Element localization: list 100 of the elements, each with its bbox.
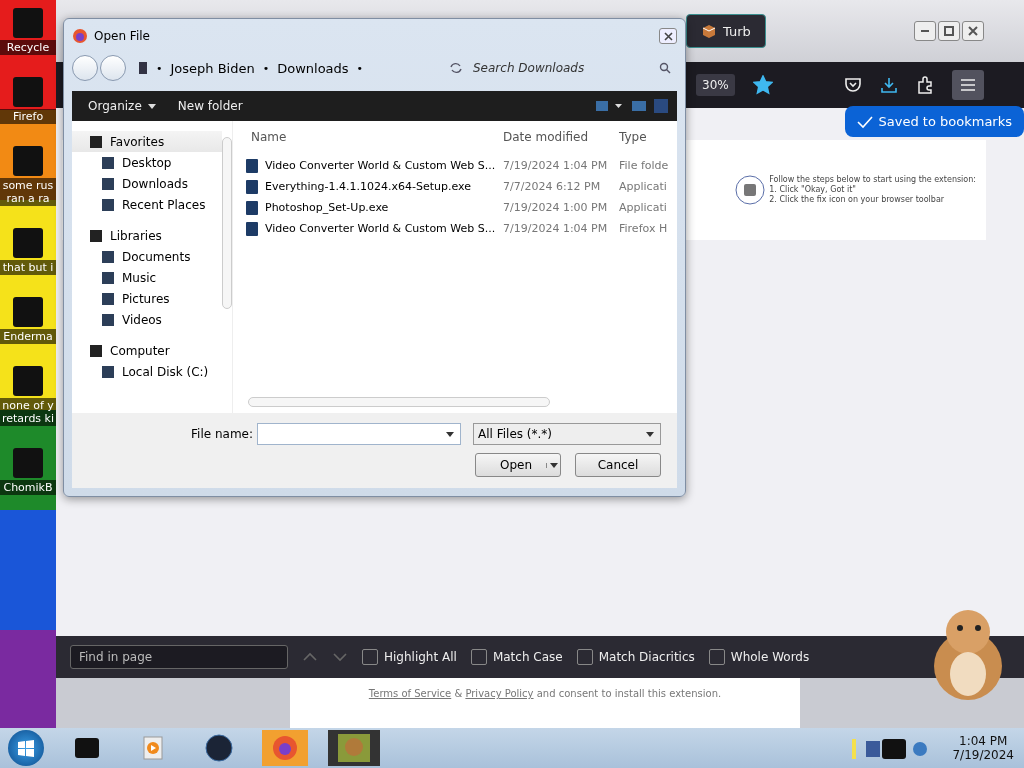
close-button[interactable] bbox=[659, 28, 677, 44]
address-bar[interactable]: • Joseph Biden • Downloads • bbox=[138, 56, 469, 80]
cancel-button[interactable]: Cancel bbox=[575, 453, 661, 477]
find-field[interactable]: Find in page bbox=[70, 645, 288, 669]
app-icon[interactable] bbox=[11, 144, 45, 178]
toolbar-button[interactable]: Organize bbox=[80, 95, 164, 117]
folder-icon bbox=[100, 364, 116, 379]
checkbox-label[interactable]: Highlight All bbox=[384, 650, 457, 664]
desktop-icon-label[interactable]: Enderma bbox=[0, 329, 56, 344]
download-icon[interactable] bbox=[880, 76, 898, 94]
close-icon bbox=[663, 31, 673, 41]
file-row[interactable]: Video Converter World & Custom Web S... 7/19/2024 1:04 PM Firefox H bbox=[233, 218, 677, 239]
back-button[interactable] bbox=[72, 55, 98, 81]
file-row[interactable]: Photoshop_Set-Up.exe 7/19/2024 1:00 PM Applicati bbox=[233, 197, 677, 218]
file-row[interactable]: Everything-1.4.1.1024.x64-Setup.exe 7/7/2024 6:12 PM Applicati bbox=[233, 176, 677, 197]
view-options-icon[interactable] bbox=[595, 99, 625, 113]
box-icon bbox=[701, 23, 717, 39]
toolbar-button[interactable]: New folder bbox=[169, 95, 251, 117]
nav-item[interactable]: Downloads bbox=[122, 176, 188, 191]
nav-item[interactable]: Videos bbox=[122, 312, 162, 327]
instruction-text: 1. Click "Okay, Got it" bbox=[769, 185, 857, 195]
breadcrumb-separator: • bbox=[262, 61, 270, 75]
nav-group-item[interactable]: Computer bbox=[72, 340, 222, 361]
start-button[interactable] bbox=[8, 730, 44, 766]
maximize-icon bbox=[944, 26, 954, 36]
terms-link[interactable]: Terms of Service bbox=[368, 688, 452, 699]
file-row[interactable]: Video Converter World & Custom Web S... 7/19/2024 1:04 PM File folde bbox=[233, 155, 677, 176]
maximize-button[interactable] bbox=[938, 21, 960, 41]
file-type: Applicati bbox=[619, 201, 668, 214]
file-icon bbox=[245, 220, 259, 237]
folder-icon bbox=[100, 155, 116, 170]
open-button[interactable]: Open bbox=[475, 453, 561, 477]
checkbox[interactable] bbox=[470, 649, 487, 665]
preview-pane-icon[interactable] bbox=[631, 99, 647, 113]
nav-group-item[interactable]: Libraries bbox=[72, 225, 222, 246]
dropdown-arrow-icon[interactable] bbox=[446, 431, 454, 437]
nav-item[interactable]: Music bbox=[122, 270, 157, 285]
dropdown-arrow-icon bbox=[550, 462, 558, 468]
app-icon[interactable] bbox=[11, 226, 45, 260]
close-button[interactable] bbox=[962, 21, 984, 41]
firefox-taskbar-icon[interactable] bbox=[262, 730, 308, 766]
file-date: 7/19/2024 1:00 PM bbox=[503, 201, 609, 214]
nav-group-label[interactable]: Computer bbox=[110, 343, 170, 358]
field-label: File name: bbox=[191, 427, 253, 441]
privacy-link[interactable]: Privacy Policy bbox=[465, 688, 534, 699]
desktop-icon-label[interactable]: Recycle bbox=[0, 40, 56, 55]
desktop-icon-label[interactable]: that but i bbox=[0, 260, 56, 275]
file-name: Photoshop_Set-Up.exe bbox=[265, 201, 389, 214]
menu-button[interactable] bbox=[952, 70, 984, 100]
nav-group-label[interactable]: Libraries bbox=[110, 228, 162, 243]
search-icon bbox=[659, 62, 671, 74]
breadcrumb-item[interactable]: Joseph Biden bbox=[170, 60, 255, 76]
close-icon bbox=[968, 26, 978, 36]
nav-group-label[interactable]: Favorites bbox=[110, 134, 165, 149]
menu-icon bbox=[960, 78, 976, 92]
desktop-icon-label[interactable]: none of y retards ki bbox=[0, 398, 56, 426]
zoom-level[interactable]: 30% bbox=[696, 74, 735, 96]
column-header[interactable]: Type bbox=[619, 130, 677, 144]
puzzle-icon[interactable] bbox=[916, 76, 934, 94]
nav-item[interactable]: Recent Places bbox=[122, 197, 206, 212]
nav-item[interactable]: Pictures bbox=[122, 291, 170, 306]
nav-item[interactable]: Documents bbox=[122, 249, 191, 264]
extension-icon bbox=[735, 175, 766, 205]
clock-date[interactable]: 7/19/2024 bbox=[952, 748, 1014, 762]
pocket-icon[interactable] bbox=[844, 76, 862, 94]
folder-icon bbox=[88, 134, 104, 149]
checkbox-label[interactable]: Match Diacritics bbox=[598, 650, 695, 664]
breadcrumb-separator[interactable]: • bbox=[356, 61, 364, 75]
file-type-dropdown[interactable]: All Files (*.*) bbox=[473, 423, 661, 445]
file-name-field[interactable] bbox=[257, 423, 461, 445]
minimize-button[interactable] bbox=[914, 21, 936, 41]
nav-group-item[interactable]: Favorites bbox=[72, 131, 222, 152]
refresh-icon[interactable] bbox=[449, 62, 463, 74]
app-icon[interactable] bbox=[11, 364, 45, 398]
folder-icon bbox=[100, 176, 116, 191]
search-field[interactable]: Search Downloads bbox=[471, 60, 655, 76]
folder-icon bbox=[88, 228, 104, 243]
bookmark-star-icon[interactable] bbox=[752, 75, 773, 95]
desktop-icon-label[interactable]: ChomikB bbox=[0, 480, 56, 495]
windows-logo-icon bbox=[15, 737, 37, 759]
breadcrumb-item[interactable]: Downloads bbox=[277, 60, 349, 76]
app-icon[interactable] bbox=[11, 295, 45, 329]
checkbox[interactable] bbox=[708, 649, 725, 665]
checkbox-label[interactable]: Match Case bbox=[492, 650, 563, 664]
column-header[interactable]: Name bbox=[233, 130, 503, 144]
folder-icon bbox=[100, 312, 116, 327]
browser-tab[interactable]: Turb bbox=[686, 14, 766, 48]
instruction-text: 2. Click the fix icon on your browser toolbar bbox=[769, 195, 946, 205]
instruction-text: Follow the steps below to start using the extension: bbox=[769, 175, 976, 185]
nav-item[interactable]: Desktop bbox=[122, 155, 172, 170]
desktop-icon-label[interactable]: Firefo bbox=[0, 109, 56, 124]
clock-time[interactable]: 1:04 PM bbox=[959, 734, 1008, 748]
desktop-icon-label[interactable]: some rus ran a ra bbox=[0, 178, 56, 206]
nav-item[interactable]: Local Disk (C:) bbox=[122, 364, 209, 379]
checkbox[interactable] bbox=[362, 649, 378, 665]
checkbox[interactable] bbox=[576, 649, 593, 665]
file-name: Everything-1.4.1.1024.x64-Setup.exe bbox=[265, 180, 471, 193]
column-header[interactable]: Date modified bbox=[503, 130, 619, 144]
checkbox-label[interactable]: Whole Words bbox=[730, 650, 810, 664]
forward-button[interactable] bbox=[100, 55, 126, 81]
